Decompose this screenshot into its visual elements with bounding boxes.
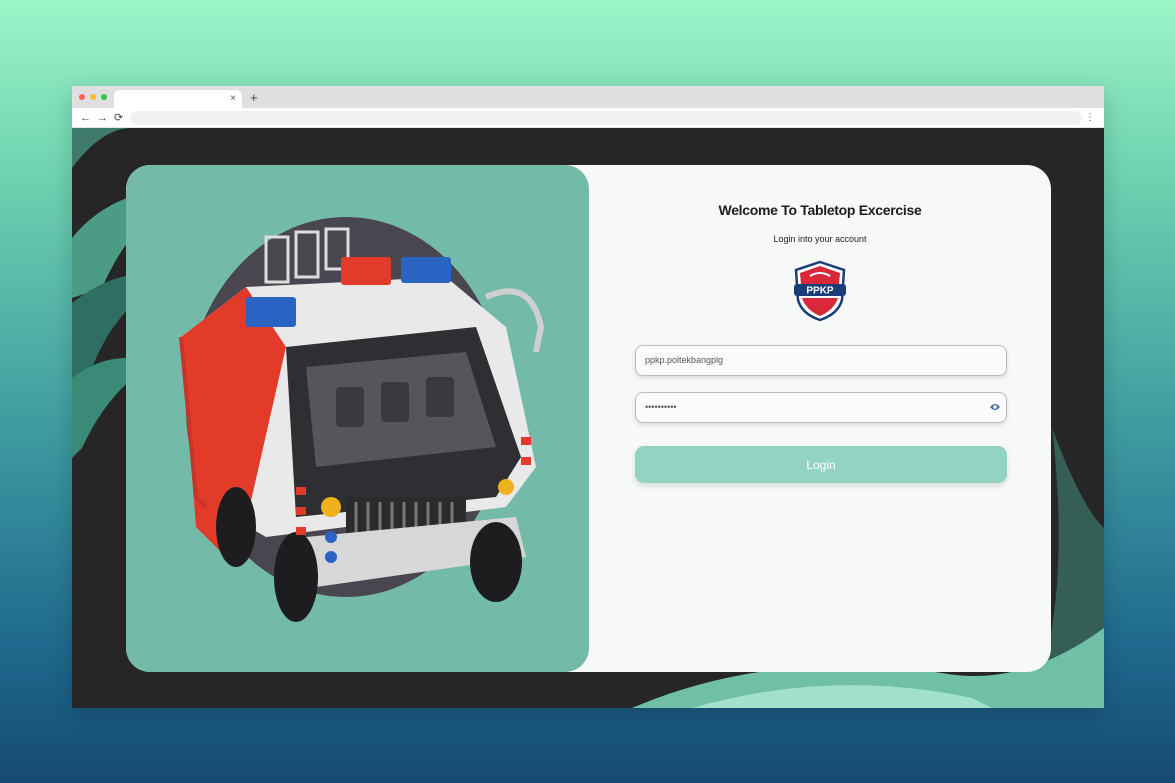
illustration-panel [126,165,589,672]
close-tab-icon[interactable]: × [230,92,236,106]
back-arrow-icon[interactable]: ← [80,111,91,125]
browser-tab[interactable]: × [114,90,242,108]
close-window-button[interactable] [79,94,85,100]
maximize-window-button[interactable] [101,94,107,100]
login-card: Welcome To Tabletop Excercise Login into… [126,165,1051,672]
new-tab-icon[interactable]: + [250,91,258,105]
minimize-window-button[interactable] [90,94,96,100]
browser-menu-icon[interactable]: ⋮ [1085,111,1095,125]
username-field[interactable] [635,345,1007,376]
address-bar[interactable] [130,111,1082,125]
forward-arrow-icon[interactable]: → [97,111,108,125]
window-controls [79,94,107,100]
logo-text: PPKP [806,286,834,297]
eye-icon[interactable] [989,402,1001,412]
page-subtitle: Login into your account [773,234,867,244]
fire-truck-illustration [179,217,545,622]
login-button[interactable]: Login [635,446,1007,483]
password-input[interactable] [645,393,975,421]
password-field[interactable] [635,392,1007,423]
page-title: Welcome To Tabletop Excercise [718,202,922,218]
page-viewport: Welcome To Tabletop Excercise Login into… [72,128,1104,708]
tab-bar: × + [72,86,1104,108]
reload-icon[interactable]: ⟳ [114,111,123,125]
login-form-panel: Welcome To Tabletop Excercise Login into… [589,165,1051,672]
browser-window: × + ← → ⟳ ⋮ Welcome To Tabletop Excercis… [72,86,1104,708]
ppkp-logo: PPKP [794,260,846,322]
browser-toolbar: ← → ⟳ ⋮ [72,108,1104,128]
username-input[interactable] [645,346,975,374]
